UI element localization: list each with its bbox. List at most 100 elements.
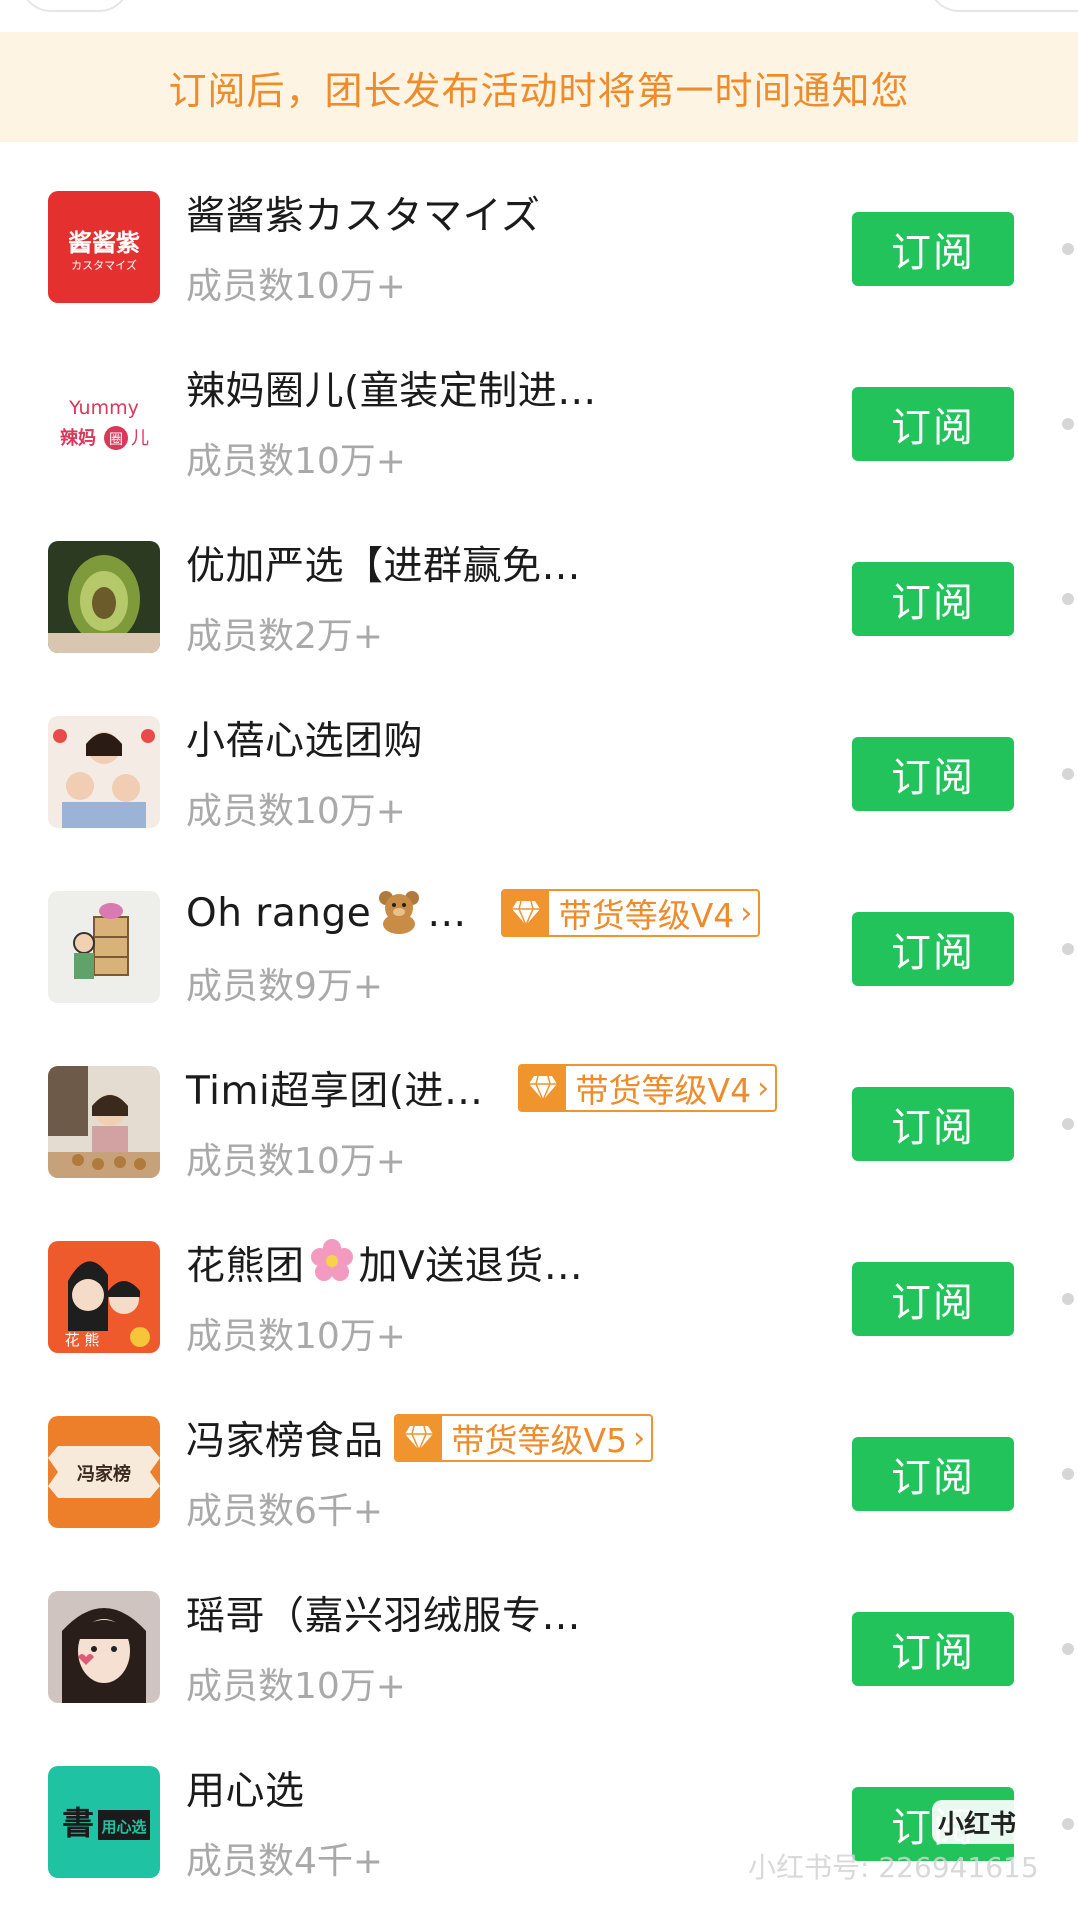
member-count: 成员数10万+ xyxy=(186,266,406,307)
svg-text:書: 書 xyxy=(62,1804,94,1842)
chevron-right-icon: › xyxy=(633,1420,646,1456)
subscribe-button[interactable]: 订阅 xyxy=(852,1262,1014,1336)
group-avatar xyxy=(48,541,160,653)
xiaohongshu-logo: 小红书 xyxy=(932,1800,1022,1844)
subscribe-button[interactable]: 订阅 xyxy=(852,737,1014,811)
diamond-icon xyxy=(395,1416,442,1460)
subscribe-button[interactable]: 订阅 xyxy=(852,1612,1014,1686)
watermark-text: 小红书号: 226941615 xyxy=(748,1851,1039,1884)
group-avatar xyxy=(48,1066,160,1178)
search-pill[interactable] xyxy=(928,0,1078,12)
group-name: 优加严选【进群赢免… xyxy=(186,544,582,589)
diamond-icon xyxy=(502,891,549,935)
list-item[interactable]: 优加严选【进群赢免… 成员数2万+ 订阅 xyxy=(0,515,1078,690)
edge-dot xyxy=(1062,1818,1074,1830)
chevron-right-icon: › xyxy=(757,1070,770,1106)
svg-text:辣妈: 辣妈 xyxy=(60,427,96,449)
chevron-right-icon: › xyxy=(740,895,753,931)
subscribe-button[interactable]: 订阅 xyxy=(852,387,1014,461)
member-count: 成员数4千+ xyxy=(186,1841,384,1882)
list-item[interactable]: 瑶哥（嘉兴羽绒服专… 成员数10万+ 订阅 xyxy=(0,1565,1078,1740)
edge-dot xyxy=(1062,1468,1074,1480)
subscribe-button[interactable]: 订阅 xyxy=(852,562,1014,636)
list-item[interactable]: 花 熊 花熊团 加V送退货… 成员数10万+ 订阅 xyxy=(0,1215,1078,1390)
yummy-logo-icon: Yummy 辣妈 圈 儿 xyxy=(48,366,160,478)
avocado-photo-icon xyxy=(48,541,160,653)
member-count: 成员数10万+ xyxy=(186,1316,406,1357)
subscribe-button[interactable]: 订阅 xyxy=(852,212,1014,286)
subscribe-notice-banner: 订阅后，团长发布活动时将第一时间通知您 xyxy=(0,32,1078,142)
subscribe-button[interactable]: 订阅 xyxy=(852,1437,1014,1511)
sales-level-badge[interactable]: 带货等级V4 › xyxy=(500,889,761,937)
list-item[interactable]: 冯家榜 冯家榜食品 带货等级V5 › 成员数6千+ 订阅 xyxy=(0,1390,1078,1565)
group-list: 酱酱紫 カスタマイズ 酱酱紫カスタマイズ 成员数10万+ 订阅 Yummy 辣妈… xyxy=(0,165,1078,1915)
group-avatar: 冯家榜 xyxy=(48,1416,160,1528)
group-name: 用心选 xyxy=(186,1769,305,1814)
group-name: 瑶哥（嘉兴羽绒服专… xyxy=(186,1594,582,1639)
list-item[interactable]: 酱酱紫 カスタマイズ 酱酱紫カスタマイズ 成员数10万+ 订阅 xyxy=(0,165,1078,340)
sales-level-badge[interactable]: 带货等级V4 › xyxy=(517,1064,778,1112)
svg-text:圈: 圈 xyxy=(109,432,123,448)
diamond-icon xyxy=(519,1066,566,1110)
group-avatar: 書 用心选 xyxy=(48,1766,160,1878)
svg-text:用心选: 用心选 xyxy=(101,1818,146,1836)
group-name: 小蓓心选团购 xyxy=(186,719,424,764)
family-photo-icon xyxy=(48,716,160,828)
list-item[interactable]: Oh range … 带货等级V4 › 成员数9万+ 订阅 xyxy=(0,865,1078,1040)
girl-portrait-photo-icon xyxy=(48,1591,160,1703)
teddy-bear-icon xyxy=(375,888,423,938)
jiangjiangzi-logo-icon: 酱酱紫 カスタマイズ xyxy=(48,191,160,303)
svg-text:儿: 儿 xyxy=(131,428,149,449)
member-count: 成员数10万+ xyxy=(186,1141,406,1182)
list-item[interactable]: 小蓓心选团购 成员数10万+ 订阅 xyxy=(0,690,1078,865)
list-item[interactable]: 書 用心选 用心选 成员数4千+ 订阅 xyxy=(0,1740,1078,1915)
notice-text: 订阅后，团长发布活动时将第一时间通知您 xyxy=(168,68,910,113)
subscribe-button[interactable]: 订阅 xyxy=(852,1087,1014,1161)
edge-dot xyxy=(1062,768,1074,780)
edge-dot xyxy=(1062,1643,1074,1655)
group-name: 冯家榜食品 xyxy=(186,1419,384,1464)
group-name: 辣妈圈儿(童装定制进… xyxy=(186,369,597,414)
back-pill[interactable] xyxy=(20,0,130,12)
group-avatar xyxy=(48,716,160,828)
yongxinxuan-logo-icon: 書 用心选 xyxy=(48,1766,160,1878)
member-count: 成员数10万+ xyxy=(186,441,406,482)
group-avatar: 酱酱紫 カスタマイズ xyxy=(48,191,160,303)
delivery-cartoon-icon xyxy=(48,891,160,1003)
group-name: Oh range xyxy=(186,890,372,936)
sales-level-badge[interactable]: 带货等级V5 › xyxy=(393,1414,654,1462)
svg-text:花 熊: 花 熊 xyxy=(65,1331,100,1349)
group-avatar xyxy=(48,1591,160,1703)
member-count: 成员数10万+ xyxy=(186,791,406,832)
group-name: 酱酱紫カスタマイズ xyxy=(186,194,541,239)
group-name: 花熊团 xyxy=(186,1244,305,1289)
svg-text:カスタマイズ: カスタマイズ xyxy=(71,258,137,272)
group-avatar: Yummy 辣妈 圈 儿 xyxy=(48,366,160,478)
group-name-suffix: 加V送退货… xyxy=(358,1244,584,1289)
svg-text:冯家榜: 冯家榜 xyxy=(77,1463,131,1485)
edge-dot xyxy=(1062,943,1074,955)
list-item[interactable]: Timi超享团(进… 带货等级V4 › 成员数10万+ 订阅 xyxy=(0,1040,1078,1215)
fengjiabang-logo-icon: 冯家榜 xyxy=(48,1416,160,1528)
member-count: 成员数10万+ xyxy=(186,1666,406,1707)
list-item[interactable]: Yummy 辣妈 圈 儿 辣妈圈儿(童装定制进… 成员数10万+ 订阅 xyxy=(0,340,1078,515)
edge-dot xyxy=(1062,593,1074,605)
group-list-page: 订阅后，团长发布活动时将第一时间通知您 酱酱紫 カスタマイズ 酱酱紫カスタマイズ… xyxy=(0,0,1078,1920)
huaxiong-cartoon-icon: 花 熊 xyxy=(48,1241,160,1353)
member-count: 成员数2万+ xyxy=(186,616,384,657)
top-bar xyxy=(0,0,1078,30)
cherry-blossom-icon xyxy=(309,1238,355,1288)
group-name: Timi超享团(进… xyxy=(186,1069,484,1114)
svg-text:酱酱紫: 酱酱紫 xyxy=(68,229,140,257)
edge-dot xyxy=(1062,243,1074,255)
group-avatar: 花 熊 xyxy=(48,1241,160,1353)
edge-dot xyxy=(1062,418,1074,430)
subscribe-button[interactable]: 订阅 xyxy=(852,912,1014,986)
girl-cookies-photo-icon xyxy=(48,1066,160,1178)
svg-text:Yummy: Yummy xyxy=(68,397,139,419)
group-name-suffix: … xyxy=(427,890,467,936)
group-avatar xyxy=(48,891,160,1003)
member-count: 成员数9万+ xyxy=(186,966,384,1007)
member-count: 成员数6千+ xyxy=(186,1491,384,1532)
edge-dot xyxy=(1062,1293,1074,1305)
